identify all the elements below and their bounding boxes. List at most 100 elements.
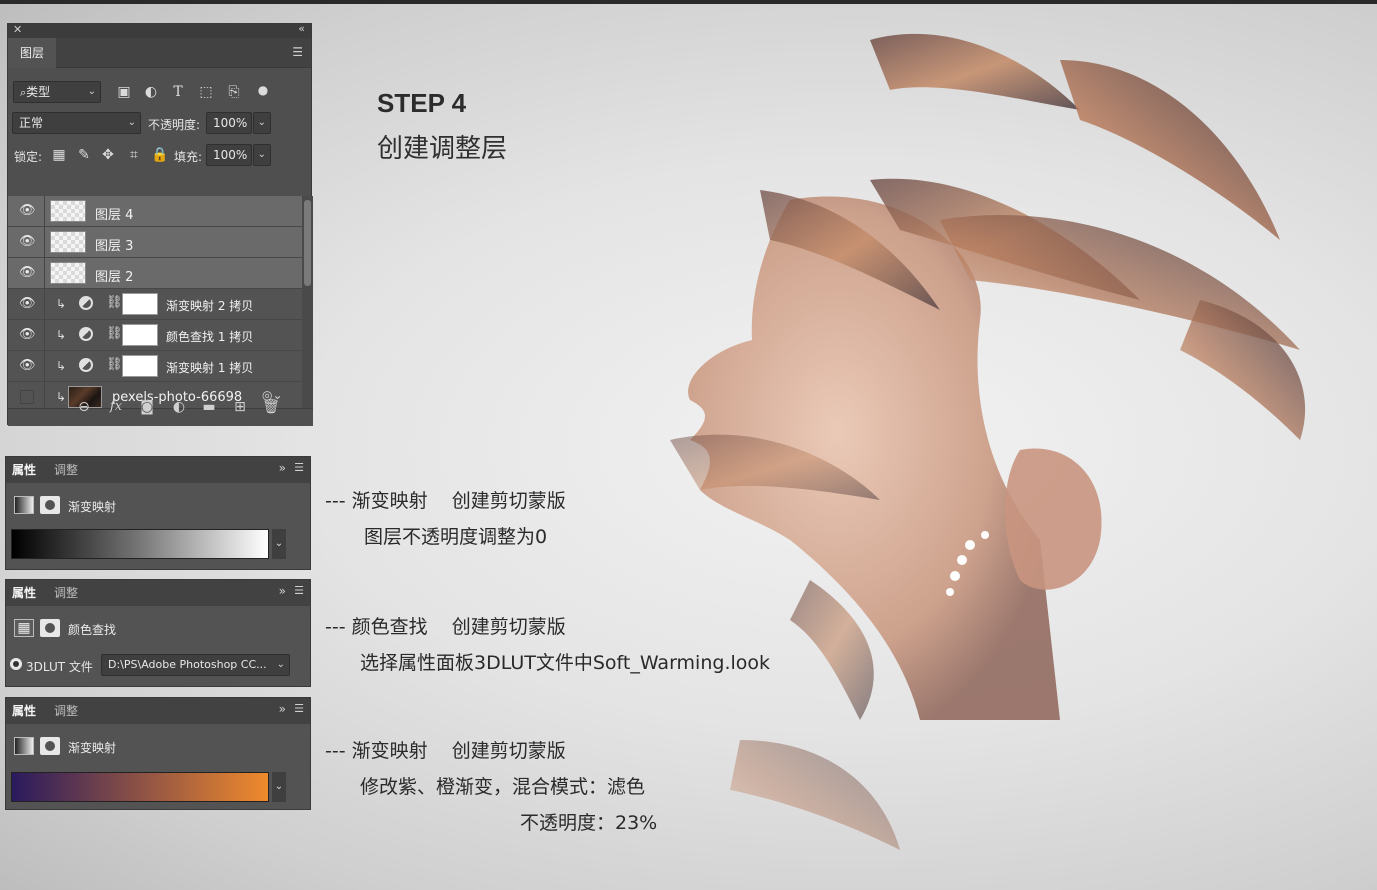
eye-icon[interactable]: 👁 (19, 235, 36, 249)
lut-file-select[interactable]: D:\PS\Adobe Photoshop CC... ⌄ (101, 654, 290, 676)
note-3-line-1: --- 渐变映射 创建剪切蒙版 (325, 740, 566, 762)
fill-slider-toggle[interactable]: ⌄ (253, 144, 271, 166)
tab-properties[interactable]: 属性 (12, 698, 36, 724)
blend-mode-select[interactable]: 正常 ⌄ (12, 112, 141, 134)
link-chain-icon: ⛓ (106, 295, 123, 310)
layer-row-gradient-map-2[interactable]: 👁 ↳ ⛓ 渐变映射 2 拷贝 (8, 289, 302, 320)
opacity-slider-toggle[interactable]: ⌄ (253, 112, 271, 134)
mask-icon[interactable]: ◙ (138, 399, 156, 415)
close-icon[interactable]: ✕ (13, 23, 22, 36)
scrollbar-thumb[interactable] (304, 200, 311, 286)
lock-row: 锁定: ▦ ✎ ✥ ⌗ 🔒 填充: 100% ⌄ (8, 132, 313, 166)
fill-input[interactable]: 100% (206, 144, 252, 166)
lock-all-icon[interactable]: 🔒 (151, 146, 169, 164)
chevron-down-icon: ⌄ (127, 117, 136, 128)
filter-toggle-icon[interactable]: ● (254, 81, 272, 99)
mask-icon[interactable] (40, 737, 60, 755)
shape-filter-icon[interactable]: ⬚ (197, 83, 215, 101)
tab-layers[interactable]: 图层 (8, 38, 56, 68)
chevron-down-icon[interactable]: ⌄ (272, 772, 286, 802)
expand-icon[interactable]: » (279, 702, 286, 716)
mask-thumbnail (122, 324, 158, 346)
tab-adjustments[interactable]: 调整 (54, 580, 78, 606)
properties-header: 渐变映射 (6, 491, 312, 519)
chevron-down-icon: ⌄ (276, 659, 285, 670)
image-filter-icon[interactable]: ▣ (115, 83, 133, 101)
expand-icon[interactable]: » (279, 461, 286, 475)
gradient-picker-bw[interactable] (11, 529, 269, 559)
tab-properties[interactable]: 属性 (12, 580, 36, 606)
layer-row-color-lookup[interactable]: 👁 ↳ ⛓ 颜色查找 1 拷贝 (8, 320, 302, 351)
lock-pixels-icon[interactable]: ✎ (75, 146, 93, 164)
opacity-label: 不透明度: (148, 118, 201, 132)
eye-icon[interactable]: 👁 (19, 328, 36, 342)
mask-icon[interactable] (40, 496, 60, 514)
clip-arrow-icon: ↳ (56, 390, 67, 404)
new-layer-icon[interactable]: ⊞ (231, 399, 249, 415)
eye-icon[interactable]: 👁 (19, 204, 36, 218)
opacity-input[interactable]: 100% (206, 112, 252, 134)
lock-position-icon[interactable]: ✥ (99, 146, 117, 164)
gradient-map-icon (14, 737, 34, 755)
layer-thumbnail (50, 231, 86, 253)
tab-adjustments[interactable]: 调整 (54, 698, 78, 724)
lut-file-value: D:\PS\Adobe Photoshop CC... (108, 658, 267, 671)
note-1-line-2: 图层不透明度调整为0 (364, 526, 548, 548)
tab-adjustments[interactable]: 调整 (54, 457, 78, 483)
fx-icon[interactable]: fx (107, 399, 125, 414)
adjustment-icon[interactable]: ◐ (170, 399, 188, 415)
chevron-down-icon: ⌄ (257, 117, 266, 128)
properties-header: 渐变映射 (6, 732, 312, 760)
adjustment-filter-icon[interactable]: ◐ (142, 83, 160, 101)
properties-panel-gradient-2: 属性 调整 » ☰ 渐变映射 ⌄ (5, 697, 311, 810)
link-icon[interactable]: ⊖ (75, 399, 93, 415)
layer-list: 👁 图层 4 👁 图层 3 👁 图层 2 👁 ↳ ⛓ 渐变映射 2 拷贝 👁 ↳ (8, 196, 302, 408)
layer-row-3[interactable]: 👁 图层 3 (8, 227, 302, 258)
blend-mode-value: 正常 (19, 116, 44, 130)
clip-arrow-icon: ↳ (56, 328, 67, 342)
layer-row-2[interactable]: 👁 图层 2 (8, 258, 302, 289)
mask-thumbnail (122, 355, 158, 377)
eye-hidden-icon[interactable] (20, 390, 34, 404)
folder-icon[interactable]: ▬ (200, 399, 218, 415)
trash-icon[interactable]: 🗑 (262, 399, 280, 415)
feather-portrait-artwork (670, 33, 1306, 850)
note-3-line-2: 修改紫、橙渐变，混合模式：滤色 (360, 776, 646, 798)
mask-icon[interactable] (40, 619, 60, 637)
eye-icon[interactable]: 👁 (19, 359, 36, 373)
chevron-down-icon: ⌄ (87, 86, 96, 97)
eye-icon[interactable]: 👁 (19, 297, 36, 311)
panel-menu-icon[interactable]: ☰ (294, 702, 304, 715)
layers-panel: ✕ « 图层 ☰ ⌕类型 ⌄ ▣ ◐ T ⬚ ⎘ ● 正常 ⌄ 不透明度: 10… (7, 22, 313, 426)
color-lookup-icon: ▦ (14, 619, 34, 637)
collapse-icon[interactable]: « (298, 22, 305, 35)
lock-artboard-icon[interactable]: ⌗ (125, 146, 143, 164)
tab-properties[interactable]: 属性 (12, 457, 36, 483)
panel-menu-icon[interactable]: ☰ (294, 584, 304, 597)
lut-radio[interactable] (10, 658, 22, 670)
expand-icon[interactable]: » (279, 584, 286, 598)
properties-title: 渐变映射 (68, 741, 117, 755)
lock-transparency-icon[interactable]: ▦ (50, 146, 68, 164)
lut-label: 3DLUT 文件 (26, 660, 93, 674)
chevron-down-icon[interactable]: ⌄ (272, 529, 286, 559)
note-2-line-1: --- 颜色查找 创建剪切蒙版 (325, 616, 566, 638)
smart-object-filter-icon[interactable]: ⎘ (225, 83, 243, 101)
panel-menu-icon[interactable]: ☰ (292, 45, 303, 59)
panel-tabs: 属性 调整 » ☰ (6, 580, 310, 606)
filter-row: ⌕类型 ⌄ ▣ ◐ T ⬚ ⎘ ● (8, 68, 313, 103)
gradient-picker-purple-orange[interactable] (11, 772, 269, 802)
layer-name: 渐变映射 2 拷贝 (166, 299, 254, 313)
fill-label: 填充: (174, 150, 203, 164)
layer-name: 图层 3 (95, 239, 134, 254)
lock-label: 锁定: (14, 150, 43, 164)
properties-panel-gradient-1: 属性 调整 » ☰ 渐变映射 ⌄ (5, 456, 311, 570)
layer-row-4[interactable]: 👁 图层 4 (8, 196, 302, 227)
layer-row-gradient-map-1[interactable]: 👁 ↳ ⛓ 渐变映射 1 拷贝 (8, 351, 302, 382)
properties-title: 渐变映射 (68, 500, 117, 514)
clip-arrow-icon: ↳ (56, 297, 67, 311)
layer-list-scrollbar[interactable] (302, 196, 313, 408)
type-filter-icon[interactable]: T (169, 83, 187, 101)
panel-menu-icon[interactable]: ☰ (294, 461, 304, 474)
eye-icon[interactable]: 👁 (19, 266, 36, 280)
